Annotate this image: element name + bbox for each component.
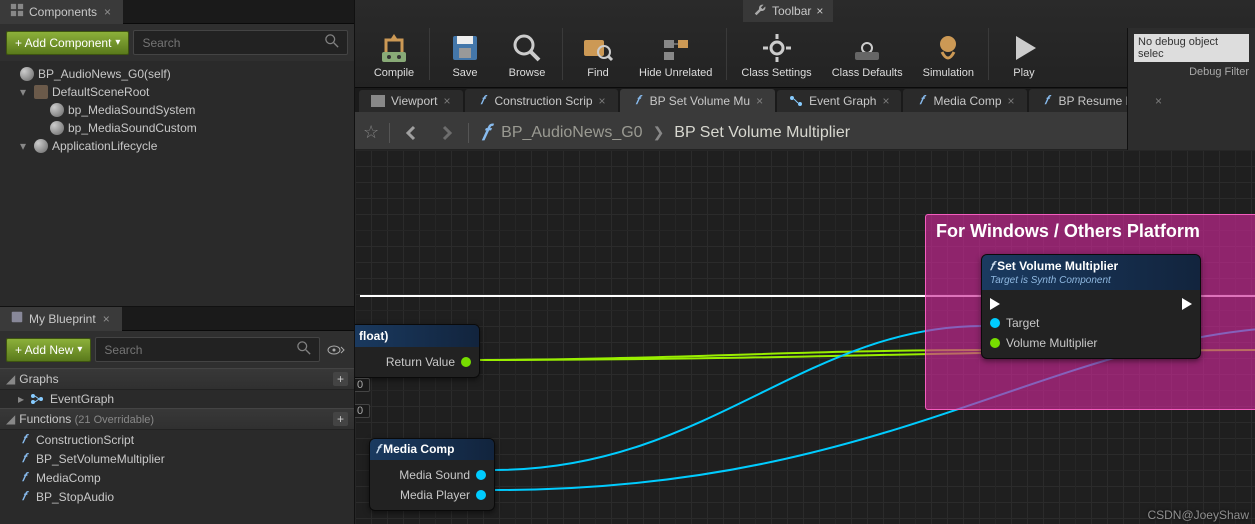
grid-icon bbox=[10, 3, 24, 20]
components-search-input[interactable] bbox=[133, 30, 348, 55]
literal-value[interactable]: 0 bbox=[355, 404, 370, 418]
chevron-right-icon: ❯ bbox=[653, 124, 665, 141]
graph-tab[interactable]: 𝑓Media Comp× bbox=[903, 89, 1026, 112]
tree-item[interactable]: BP_AudioNews_G0(self) bbox=[0, 65, 354, 83]
node-set-volume-multiplier[interactable]: 𝑓 Set Volume MultiplierTarget is Synth C… bbox=[981, 254, 1201, 359]
favorite-icon[interactable]: ☆ bbox=[363, 122, 379, 143]
node-float-return[interactable]: float) Return Value bbox=[355, 324, 480, 378]
function-icon: 𝑓 bbox=[479, 120, 491, 146]
close-icon[interactable]: × bbox=[816, 4, 823, 18]
add-new-button[interactable]: + Add New ▾ bbox=[6, 338, 91, 362]
exec-out-pin[interactable] bbox=[1182, 298, 1192, 310]
search-icon bbox=[297, 341, 311, 358]
browse-button[interactable]: Browse bbox=[496, 25, 558, 83]
close-icon[interactable]: × bbox=[101, 312, 112, 326]
output-pin[interactable] bbox=[461, 357, 471, 367]
exec-in-pin[interactable] bbox=[990, 298, 1000, 310]
debug-filter-label: Debug Filter bbox=[1189, 66, 1249, 78]
breadcrumb-root[interactable]: BP_AudioNews_G0 bbox=[501, 124, 642, 142]
breadcrumb-current: BP Set Volume Multiplier bbox=[674, 124, 850, 142]
add-function-button[interactable]: + bbox=[333, 412, 348, 426]
target-pin[interactable] bbox=[990, 318, 1000, 328]
play-button[interactable]: Play bbox=[993, 25, 1055, 83]
components-tab[interactable]: Components × bbox=[0, 0, 123, 24]
nav-forward-button[interactable] bbox=[434, 121, 458, 145]
list-item[interactable]: ▸EventGraph bbox=[0, 390, 354, 408]
wrench-icon bbox=[753, 3, 767, 20]
graph-canvas[interactable]: For Windows / Others PlatformFor Android… bbox=[355, 150, 1255, 524]
add-component-button[interactable]: + Add Component ▾ bbox=[6, 31, 129, 55]
debug-object-select[interactable]: No debug object selec bbox=[1134, 34, 1249, 62]
book-icon bbox=[10, 310, 24, 327]
myblueprint-search-input[interactable] bbox=[95, 337, 320, 362]
graphs-header[interactable]: ◢Graphs + bbox=[0, 368, 354, 390]
components-tab-label: Components bbox=[29, 5, 97, 19]
tree-item[interactable]: ▾DefaultSceneRoot bbox=[0, 83, 354, 101]
tree-item[interactable]: bp_MediaSoundCustom bbox=[0, 119, 354, 137]
list-item[interactable]: 𝑓ConstructionScript bbox=[0, 430, 354, 449]
class-settings-button[interactable]: Class Settings bbox=[731, 25, 821, 83]
search-icon bbox=[325, 34, 339, 51]
hide-unrelated-button[interactable]: Hide Unrelated bbox=[629, 25, 722, 83]
graph-tab[interactable]: Viewport× bbox=[359, 90, 463, 112]
save-button[interactable]: Save bbox=[434, 25, 496, 83]
class-defaults-button[interactable]: Class Defaults bbox=[822, 25, 913, 83]
chevron-down-icon: ▾ bbox=[115, 37, 120, 48]
breadcrumb-bar: ☆ 𝑓 BP_AudioNews_G0 ❯ BP Set Volume Mult… bbox=[355, 116, 1255, 150]
list-item[interactable]: 𝑓MediaComp bbox=[0, 468, 354, 487]
view-options-button[interactable] bbox=[324, 341, 348, 359]
toolbar-tab[interactable]: Toolbar × bbox=[743, 0, 833, 22]
literal-value[interactable]: 0 bbox=[355, 378, 370, 392]
list-item[interactable]: 𝑓BP_SetVolumeMultiplier bbox=[0, 449, 354, 468]
graph-tab[interactable]: Event Graph× bbox=[777, 90, 901, 112]
tree-item[interactable]: bp_MediaSoundSystem bbox=[0, 101, 354, 119]
functions-header[interactable]: ◢Functions (21 Overridable) + bbox=[0, 408, 354, 430]
watermark: CSDN@JoeyShaw bbox=[1147, 508, 1249, 522]
media-sound-pin[interactable] bbox=[476, 470, 486, 480]
media-player-pin[interactable] bbox=[476, 490, 486, 500]
close-icon[interactable]: × bbox=[102, 5, 113, 19]
tree-item[interactable]: ▾ApplicationLifecycle bbox=[0, 137, 354, 155]
volume-multiplier-pin[interactable] bbox=[990, 338, 1000, 348]
components-tree: BP_AudioNews_G0(self)▾DefaultSceneRootbp… bbox=[0, 61, 354, 159]
graph-tab[interactable]: 𝑓BP Set Volume Mu× bbox=[620, 89, 776, 112]
chevron-down-icon: ▾ bbox=[77, 344, 82, 355]
components-toolbar: + Add Component ▾ bbox=[0, 24, 354, 61]
simulation-button[interactable]: Simulation bbox=[913, 25, 984, 83]
myblueprint-tab[interactable]: My Blueprint × bbox=[0, 307, 122, 331]
components-tab-bar: Components × bbox=[0, 0, 354, 24]
nav-back-button[interactable] bbox=[400, 121, 424, 145]
list-item[interactable]: 𝑓BP_StopAudio bbox=[0, 487, 354, 506]
graph-tab[interactable]: 𝑓Construction Scrip× bbox=[465, 89, 618, 112]
find-button[interactable]: Find bbox=[567, 25, 629, 83]
graph-tabs: Viewport×𝑓Construction Scrip×𝑓BP Set Vol… bbox=[355, 88, 1255, 116]
add-graph-button[interactable]: + bbox=[333, 372, 348, 386]
node-media-comp[interactable]: 𝑓 Media Comp Media Sound Media Player bbox=[369, 438, 495, 511]
compile-button[interactable]: Compile bbox=[363, 25, 425, 83]
